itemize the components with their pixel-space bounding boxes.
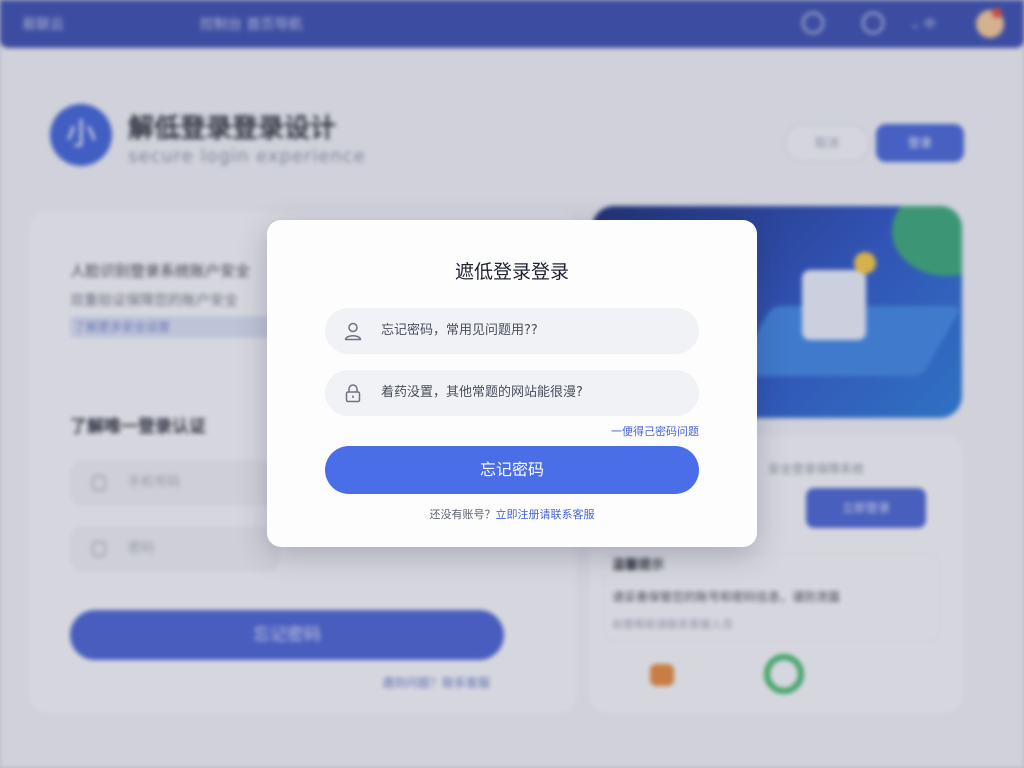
username-placeholder: 忘记密码，常用见问题用?? xyxy=(381,323,538,338)
modal-footer: 还没有账号？立即注册请联系客服 xyxy=(267,506,757,522)
lock-icon xyxy=(345,384,361,403)
user-icon xyxy=(344,322,362,341)
submit-button[interactable]: 忘记密码 xyxy=(325,446,699,494)
modal-title: 遮低登录登录 xyxy=(454,261,569,283)
register-link[interactable]: 立即注册请联系客服 xyxy=(496,508,595,521)
password-field[interactable]: 着药没置，其他常题的网站能很漫? xyxy=(325,370,699,416)
forgot-password-link[interactable]: 一便得己密码问题 xyxy=(611,423,699,439)
footer-text: 还没有账号？ xyxy=(429,508,496,521)
username-field[interactable]: 忘记密码，常用见问题用?? xyxy=(325,308,699,354)
password-placeholder: 着药没置，其他常题的网站能很漫? xyxy=(381,385,583,400)
login-modal: 遮低登录登录 忘记密码，常用见问题用?? 着药没置，其他常题的网站能很漫? 一便… xyxy=(267,220,757,547)
